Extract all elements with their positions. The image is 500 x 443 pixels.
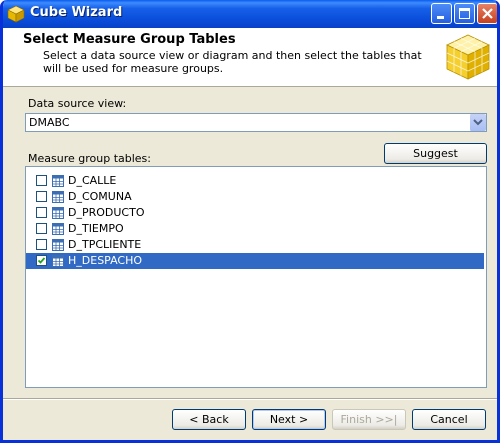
page-title: Select Measure Group Tables — [23, 32, 236, 47]
footer-separator — [3, 398, 497, 400]
table-icon — [52, 207, 64, 219]
next-button[interactable]: Next > — [252, 409, 326, 430]
table-row[interactable]: D_PRODUCTO — [26, 205, 484, 221]
table-icon — [52, 239, 64, 251]
table-icon — [52, 191, 64, 203]
maximize-button[interactable] — [454, 3, 475, 24]
table-row[interactable]: D_TPCLIENTE — [26, 237, 484, 253]
back-button[interactable]: < Back — [172, 409, 246, 430]
close-button[interactable] — [477, 3, 497, 24]
table-row[interactable]: H_DESPACHO — [26, 253, 484, 269]
measure-group-tables-label: Measure group tables: — [28, 152, 151, 165]
table-row[interactable]: D_TIEMPO — [26, 221, 484, 237]
table-checkbox[interactable] — [36, 191, 47, 202]
table-checkbox[interactable] — [36, 239, 47, 250]
cube-app-icon — [7, 5, 25, 23]
close-icon — [482, 8, 493, 19]
combo-dropdown-button[interactable] — [469, 114, 486, 131]
page-description: Select a data source view or diagram and… — [43, 49, 422, 75]
checkmark-icon — [37, 257, 46, 264]
cube-logo-icon — [446, 34, 490, 80]
data-source-view-label: Data source view: — [28, 97, 127, 110]
minimize-button[interactable] — [431, 3, 452, 24]
table-name: D_TIEMPO — [68, 222, 124, 235]
data-source-view-value: DMABC — [29, 116, 70, 129]
maximize-icon — [459, 8, 470, 19]
minimize-icon — [437, 16, 444, 19]
table-icon — [52, 223, 64, 235]
finish-button[interactable]: Finish >>| — [332, 409, 406, 430]
wizard-header: Select Measure Group Tables Select a dat… — [3, 28, 497, 87]
table-name: D_CALLE — [68, 174, 117, 187]
table-icon — [52, 255, 64, 267]
chevron-down-icon — [473, 119, 483, 126]
table-checkbox[interactable] — [36, 255, 47, 266]
table-name: H_DESPACHO — [68, 254, 143, 267]
table-row[interactable]: D_COMUNA — [26, 189, 484, 205]
data-source-view-select[interactable]: DMABC — [25, 113, 487, 132]
table-name: D_PRODUCTO — [68, 206, 145, 219]
table-checkbox[interactable] — [36, 223, 47, 234]
table-name: D_TPCLIENTE — [68, 238, 142, 251]
table-checkbox[interactable] — [36, 207, 47, 218]
table-icon — [52, 175, 64, 187]
table-checkbox[interactable] — [36, 175, 47, 186]
measure-group-tables-list[interactable]: D_CALLE D_COMUNA D_PRODUCTO D_TIEMPO D_TPCLI… — [25, 166, 487, 388]
suggest-button[interactable]: Suggest — [384, 143, 487, 164]
window-title: Cube Wizard — [30, 5, 123, 20]
title-bar[interactable]: Cube Wizard — [3, 0, 497, 28]
table-name: D_COMUNA — [68, 190, 132, 203]
table-row[interactable]: D_CALLE — [26, 173, 484, 189]
cube-wizard-window: Cube Wizard Select Measure Group Tables … — [0, 0, 500, 443]
cancel-button[interactable]: Cancel — [412, 409, 486, 430]
